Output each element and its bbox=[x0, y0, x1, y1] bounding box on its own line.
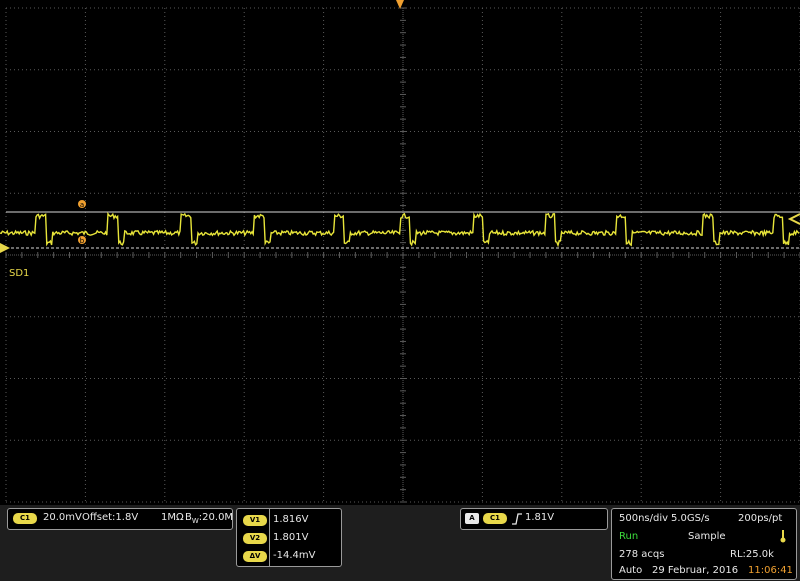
run-state: Run bbox=[619, 531, 639, 542]
v2-tag: V2 bbox=[243, 533, 267, 544]
dv-value: -14.4mV bbox=[273, 550, 316, 561]
time: 11:06:41 bbox=[748, 565, 793, 576]
trigger-mode-tag: A bbox=[465, 513, 479, 524]
v1-tag: V1 bbox=[243, 515, 267, 526]
bandwidth-value: :20.0M bbox=[198, 512, 234, 523]
acquisition-mode: Sample bbox=[688, 531, 726, 542]
waveform-display[interactable]: a b SD1 bbox=[0, 0, 800, 505]
bandwidth-sub: W bbox=[191, 517, 199, 525]
channel-ground-icon[interactable] bbox=[0, 243, 10, 253]
acquisition-panel[interactable]: 500ns/div 5.0GS/s 200ps/pt Run Sample 27… bbox=[611, 508, 797, 580]
trigger-settings-panel[interactable]: A C1 1.81V bbox=[460, 508, 608, 530]
acquisition-count: 278 acqs bbox=[619, 549, 665, 560]
status-bar: C1 20.0mV Offset:1.8V 1MΩ BW:20.0M V1 1.… bbox=[0, 505, 800, 581]
thermometer-icon bbox=[780, 530, 786, 543]
graticule: a b bbox=[0, 0, 800, 503]
channel-1-trace bbox=[0, 211, 800, 248]
trigger-level-icon[interactable] bbox=[787, 213, 800, 225]
bandwidth-limit: BW:20.0M bbox=[185, 512, 233, 525]
channel-label: SD1 bbox=[9, 268, 30, 279]
date: 29 Februar, 2016 bbox=[652, 565, 739, 576]
timebase: 500ns/div bbox=[619, 513, 669, 524]
channel-tag: C1 bbox=[13, 513, 37, 524]
vertical-scale: 20.0mV bbox=[43, 512, 82, 523]
resolution: 200ps/pt bbox=[738, 513, 783, 524]
input-impedance: 1MΩ bbox=[161, 512, 184, 523]
rising-edge-icon bbox=[512, 513, 522, 525]
v1-value: 1.816V bbox=[273, 514, 309, 525]
offset-value: Offset:1.8V bbox=[82, 512, 139, 523]
sample-rate: 5.0GS/s bbox=[671, 513, 710, 524]
v2-value: 1.801V bbox=[273, 532, 309, 543]
trigger-level: 1.81V bbox=[525, 512, 555, 523]
trigger-source-tag: C1 bbox=[483, 513, 507, 524]
channel-settings-panel[interactable]: C1 20.0mV Offset:1.8V 1MΩ BW:20.0M bbox=[7, 508, 233, 530]
record-length: RL:25.0k bbox=[730, 549, 774, 560]
dv-tag: ΔV bbox=[243, 551, 267, 562]
cursor-readout-panel[interactable]: V1 1.816V V2 1.801V ΔV -14.4mV bbox=[236, 508, 342, 567]
trigger-mode: Auto bbox=[619, 565, 643, 576]
cursor-a-label: a bbox=[80, 201, 84, 209]
cursor-b-label: b bbox=[80, 237, 85, 245]
bandwidth-prefix: B bbox=[185, 512, 192, 523]
